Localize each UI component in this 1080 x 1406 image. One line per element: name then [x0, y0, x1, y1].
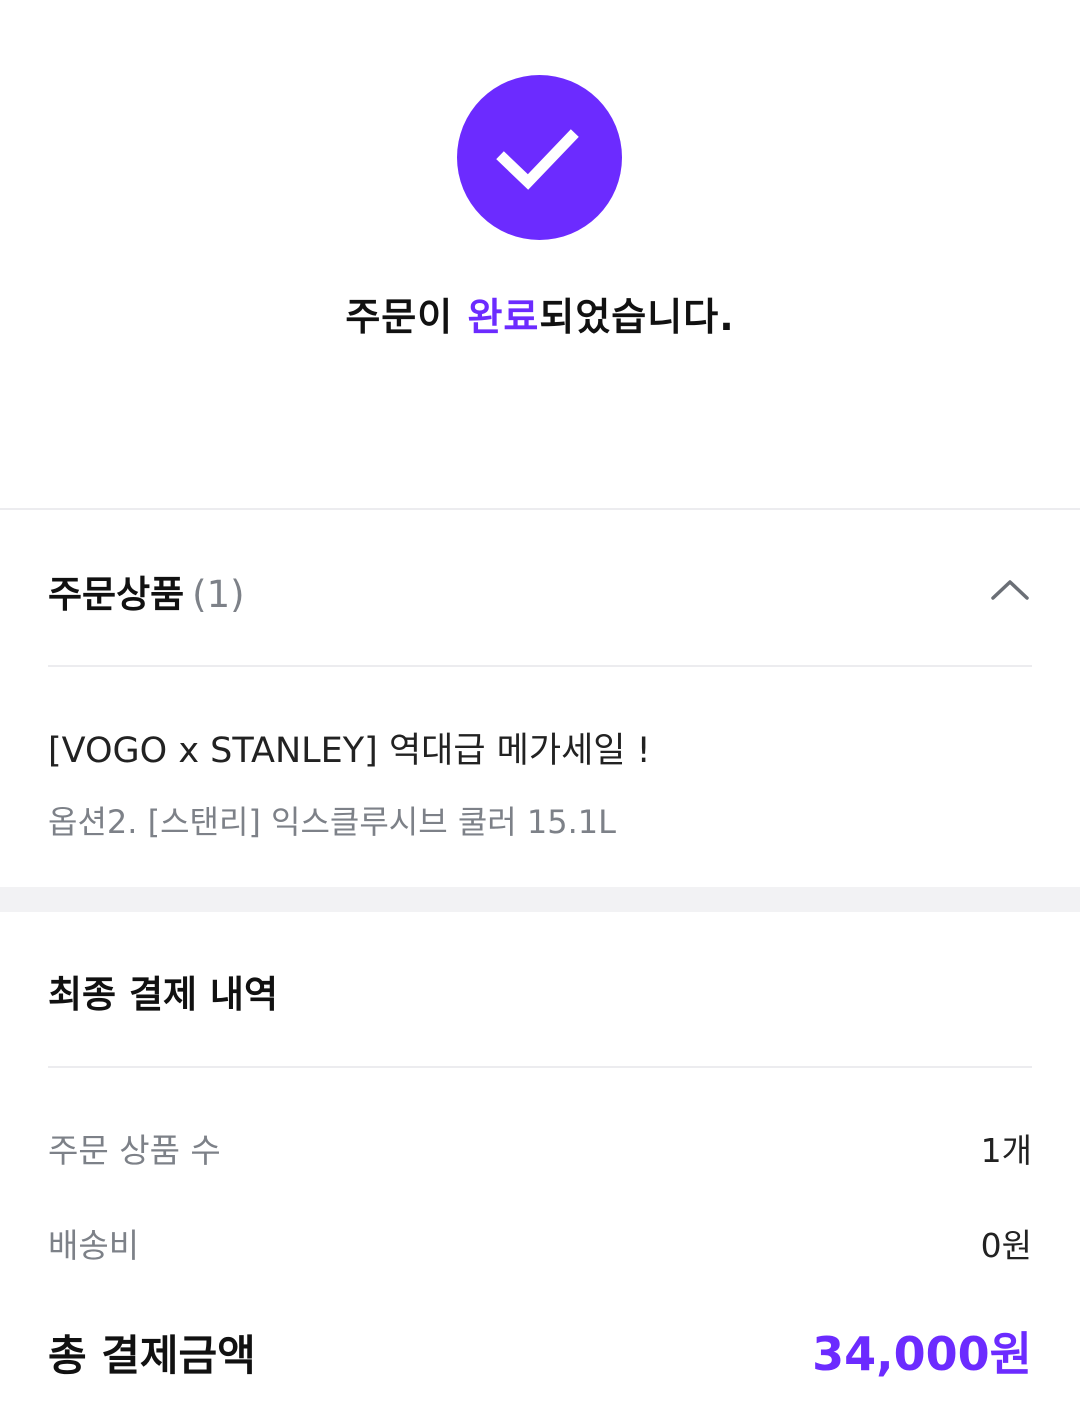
order-item-name: [VOGO x STANLEY] 역대급 메가세일 !: [48, 731, 651, 771]
payment-rule: [48, 1066, 1032, 1068]
shipping-fee-value: 0원: [980, 1226, 1032, 1265]
item-count-label: 주문 상품 수: [48, 1131, 221, 1170]
section-separator-band: [0, 887, 1080, 912]
shipping-fee-label: 배송비: [48, 1226, 140, 1265]
message-prefix: 주문이: [345, 295, 468, 339]
item-count-value: 1개: [980, 1131, 1032, 1170]
chevron-up-icon[interactable]: [988, 570, 1032, 610]
check-icon: [457, 75, 622, 240]
order-products-count: (1): [192, 573, 245, 616]
message-suffix: 되었습니다.: [539, 295, 735, 339]
order-products-title-label: 주문상품: [48, 573, 185, 616]
payment-summary-title: 최종 결제 내역: [48, 973, 279, 1016]
header-rule: [48, 665, 1032, 667]
order-products-title: 주문상품 (1): [48, 564, 245, 618]
total-amount-value: 34,000원: [812, 1327, 1032, 1381]
order-complete-hero: 주문이 완료되었습니다.: [0, 0, 1080, 508]
total-amount-label: 총 결제금액: [48, 1331, 256, 1380]
order-item-option: 옵션2. [스탠리] 익스클루시브 쿨러 15.1L: [48, 803, 616, 841]
order-complete-page: 주문이 완료되었습니다. 주문상품 (1) [VOGO x STANLEY] 역대…: [0, 0, 1080, 1406]
order-complete-message: 주문이 완료되었습니다.: [0, 286, 1080, 341]
message-accent: 완료: [467, 295, 540, 339]
section-divider: [0, 508, 1080, 510]
order-products-header[interactable]: 주문상품 (1): [48, 560, 1032, 624]
